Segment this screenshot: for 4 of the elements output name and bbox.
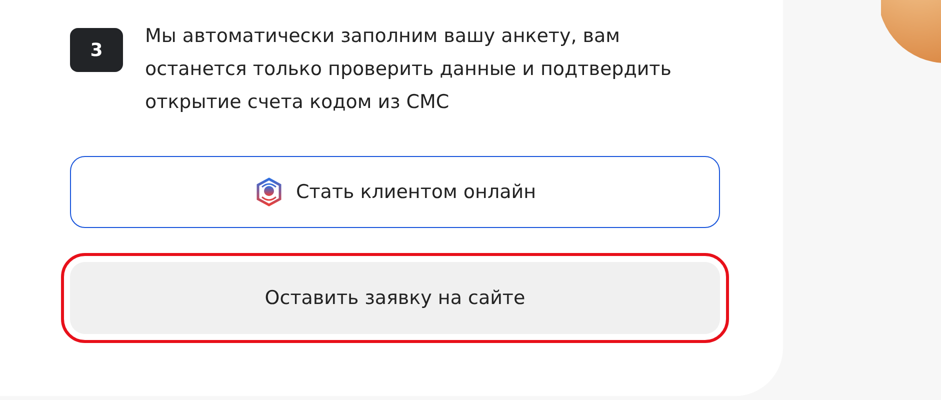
- apply-button[interactable]: Оставить заявку на сайте: [70, 262, 720, 334]
- online-client-button[interactable]: Стать клиентом онлайн: [70, 156, 720, 228]
- step-number: 3: [70, 28, 123, 72]
- step-description: Мы автоматически заполним вашу анкету, вам останется только проверить данные и подтвердить открытие счета кодом из СМС: [145, 24, 672, 115]
